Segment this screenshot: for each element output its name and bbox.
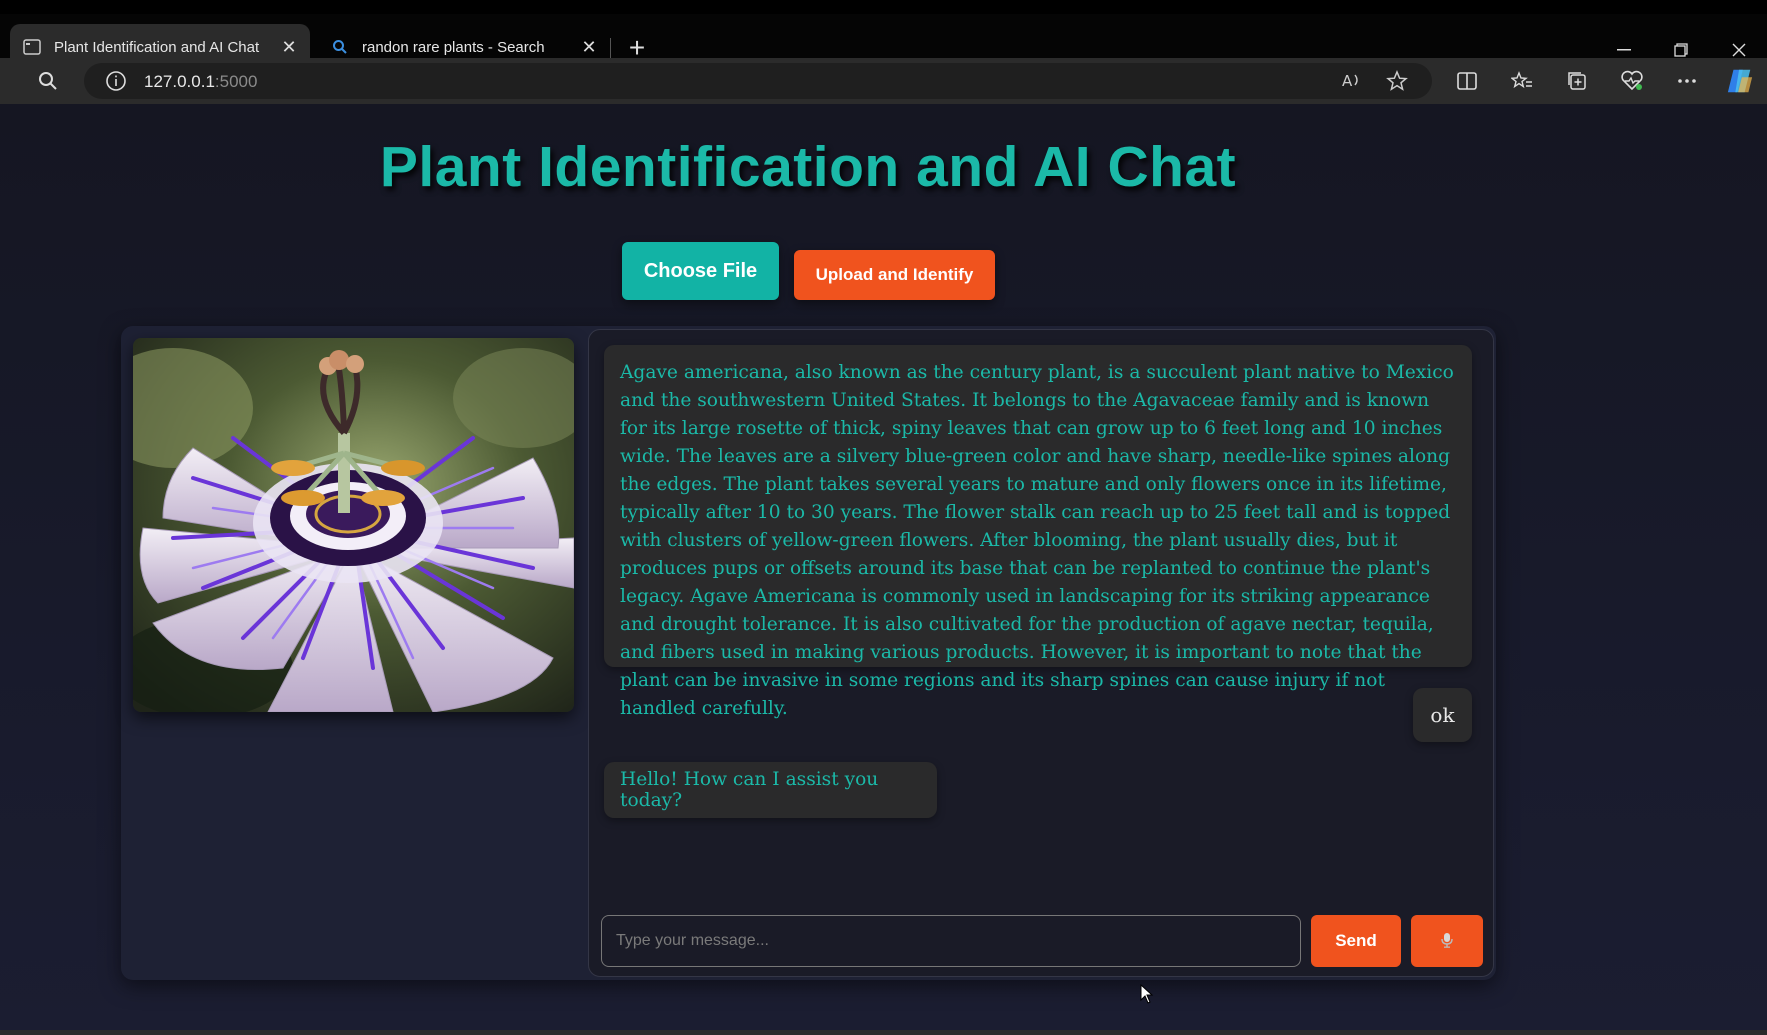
split-screen-icon[interactable] (1453, 67, 1481, 95)
browser-toolbar: 127.0.0.1:5000 A (0, 58, 1767, 104)
close-icon[interactable]: ✕ (580, 37, 598, 57)
search-icon[interactable] (34, 67, 62, 95)
close-icon[interactable]: ✕ (280, 37, 298, 57)
plant-image (133, 338, 574, 712)
info-icon[interactable] (102, 67, 130, 95)
svg-text:A: A (1342, 72, 1353, 90)
tab-title: randon rare plants - Search (362, 38, 545, 56)
main-panel: Agave americana, also known as the centu… (121, 326, 1496, 980)
tab-bar: Plant Identification and AI Chat ✕ rando… (0, 0, 1767, 70)
search-icon (330, 37, 350, 57)
more-options-icon[interactable] (1673, 67, 1701, 95)
bot-message: Hello! How can I assist you today? (604, 762, 937, 818)
window-bottom-edge (0, 1030, 1767, 1035)
microphone-button[interactable] (1411, 915, 1483, 967)
bot-message: Agave americana, also known as the centu… (604, 345, 1472, 719)
choose-file-button[interactable]: Choose File (622, 242, 779, 300)
url-text[interactable]: 127.0.0.1:5000 (144, 72, 257, 92)
upload-identify-button[interactable]: Upload and Identify (794, 250, 995, 300)
chat-panel: Agave americana, also known as the centu… (588, 329, 1494, 977)
favorite-star-icon[interactable] (1383, 67, 1411, 95)
tab-title: Plant Identification and AI Chat (54, 38, 260, 56)
page-title: Plant Identification and AI Chat (379, 135, 1237, 199)
message-input[interactable] (601, 915, 1301, 967)
user-message: ok (1413, 688, 1472, 742)
page-icon (22, 37, 42, 57)
read-aloud-icon[interactable]: A (1338, 67, 1366, 95)
copilot-icon[interactable] (1726, 67, 1754, 95)
page-content: Plant Identification and AI Chat Choose … (0, 104, 1767, 1030)
url-port: :5000 (214, 72, 258, 91)
browser-essentials-icon[interactable] (1618, 67, 1646, 95)
microphone-icon (1440, 932, 1454, 951)
send-button[interactable]: Send (1311, 915, 1401, 967)
favorites-icon[interactable] (1508, 67, 1536, 95)
url-host: 127.0.0.1 (144, 72, 215, 91)
address-bar[interactable]: 127.0.0.1:5000 A (84, 63, 1432, 99)
collections-icon[interactable] (1563, 67, 1591, 95)
mouse-cursor-icon (1140, 983, 1154, 1009)
